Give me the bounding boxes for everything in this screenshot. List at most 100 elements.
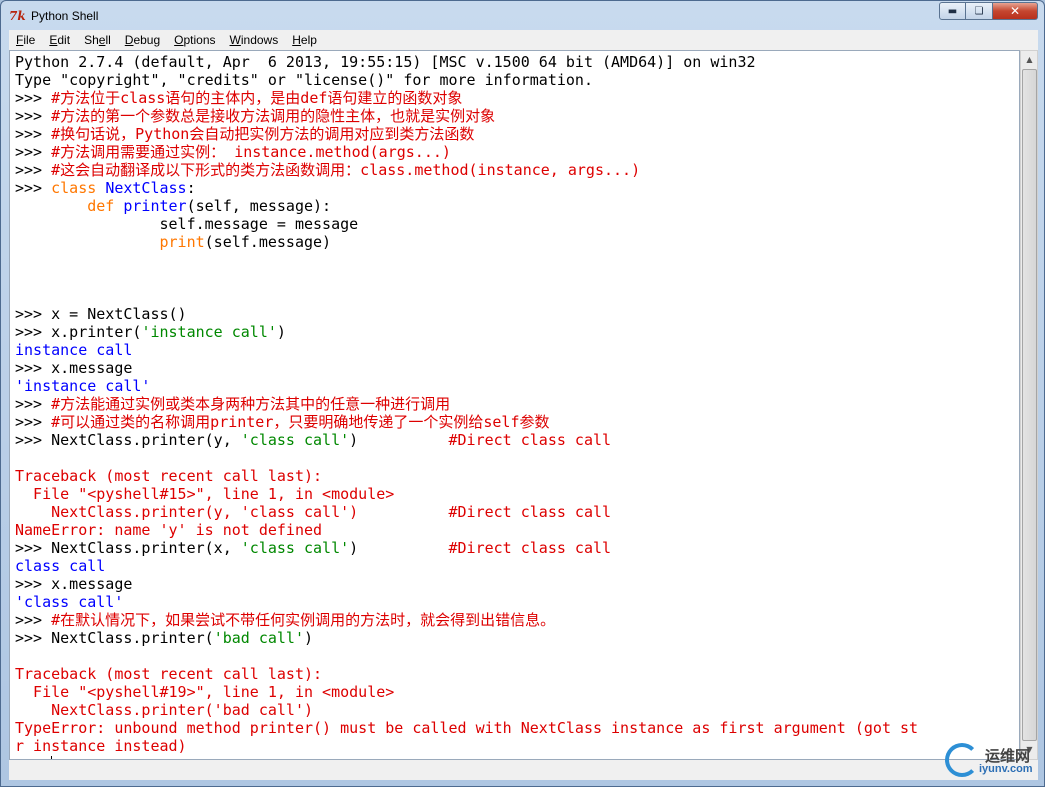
shell-text-segment: NameError: name 'y' is not defined bbox=[15, 521, 323, 539]
shell-line: def printer(self, message): bbox=[15, 197, 1019, 215]
shell-text-segment: r instance instead) bbox=[15, 737, 187, 755]
shell-line: >>> #换句话说，Python会自动把实例方法的调用对应到类方法函数 bbox=[15, 125, 1019, 143]
shell-text-segment: 'instance call' bbox=[141, 323, 277, 341]
shell-line: >>> x.printer('instance call') bbox=[15, 323, 1019, 341]
shell-text-segment: NextClass.printer('bad call') bbox=[15, 701, 314, 719]
shell-line: >>> #可以通过类的名称调用printer，只要明确地传递了一个实例给self… bbox=[15, 413, 1019, 431]
menu-item-edit[interactable]: Edit bbox=[42, 33, 77, 47]
shell-text-segment: 'class call' bbox=[15, 593, 124, 611]
shell-text-segment: >>> bbox=[15, 107, 52, 125]
shell-text-segment: #换句话说，Python会自动把实例方法的调用对应到类方法函数 bbox=[51, 125, 475, 143]
shell-text-segment: #方法调用需要通过实例： instance.method(args...) bbox=[51, 143, 451, 161]
shell-line: 'instance call' bbox=[15, 377, 1019, 395]
shell-text-segment: 'class call' bbox=[240, 431, 350, 449]
shell-text-segment: #方法的第一个参数总是接收方法调用的隐性主体，也就是实例对象 bbox=[51, 107, 496, 125]
menu-item-file[interactable]: File bbox=[9, 33, 42, 47]
shell-line: >>> class NextClass: bbox=[15, 179, 1019, 197]
shell-text-segment: 'bad call' bbox=[213, 629, 304, 647]
title-bar[interactable]: 7k Python Shell ▬ ❏ ✕ bbox=[1, 1, 1044, 30]
shell-line: >>> x = NextClass() bbox=[15, 305, 1019, 323]
watermark-circle-icon bbox=[945, 743, 979, 777]
shell-text-segment: Python 2.7.4 (default, Apr 6 2013, 19:55… bbox=[15, 53, 756, 71]
shell-text-segment: print bbox=[159, 233, 205, 251]
shell-text-segment: Type "copyright", "credits" or "license(… bbox=[15, 71, 593, 89]
shell-line: NameError: name 'y' is not defined bbox=[15, 521, 1019, 539]
shell-text-segment: >>> x.message bbox=[15, 575, 133, 593]
shell-text-segment: NextClass.printer(y, 'class call') #Dire… bbox=[15, 503, 612, 521]
menu-item-shell[interactable]: Shell bbox=[77, 33, 118, 47]
shell-text-segment: >>> NextClass.printer( bbox=[15, 629, 214, 647]
shell-text-segment: >>> bbox=[15, 611, 52, 629]
shell-text-segment: NextClass bbox=[105, 179, 187, 197]
shell-text-segment: def bbox=[87, 197, 124, 215]
tk-app-icon: 7k bbox=[9, 8, 26, 23]
shell-text-segment: >>> bbox=[15, 161, 52, 179]
minimize-button[interactable]: ▬ bbox=[939, 2, 966, 20]
close-button[interactable]: ✕ bbox=[993, 2, 1038, 20]
watermark-logo: 运维网 iyunv.com bbox=[945, 741, 1041, 783]
shell-line: File "<pyshell#19>", line 1, in <module> bbox=[15, 683, 1019, 701]
shell-text-segment: ) bbox=[349, 539, 449, 557]
shell-output[interactable]: Python 2.7.4 (default, Apr 6 2013, 19:55… bbox=[9, 50, 1020, 760]
menu-item-options[interactable]: Options bbox=[167, 33, 222, 47]
shell-text-segment: printer bbox=[123, 197, 187, 215]
shell-text-segment: >>> bbox=[15, 89, 52, 107]
menu-item-help[interactable]: Help bbox=[285, 33, 324, 47]
watermark-url-text: iyunv.com bbox=[979, 763, 1033, 775]
shell-text-segment: #方法能通过实例或类本身两种方法其中的任意一种进行调用 bbox=[51, 395, 451, 413]
shell-text-segment: File "<pyshell#15>", line 1, in <module> bbox=[15, 485, 395, 503]
shell-line: >>> #这会自动翻译成以下形式的类方法函数调用：class.method(in… bbox=[15, 161, 1019, 179]
shell-line: TypeError: unbound method printer() must… bbox=[15, 719, 1019, 737]
shell-line: NextClass.printer(y, 'class call') #Dire… bbox=[15, 503, 1019, 521]
shell-line: File "<pyshell#15>", line 1, in <module> bbox=[15, 485, 1019, 503]
shell-text-segment: instance call bbox=[15, 341, 133, 359]
shell-line: Python 2.7.4 (default, Apr 6 2013, 19:55… bbox=[15, 53, 1019, 71]
restore-icon: ❏ bbox=[974, 5, 984, 17]
window-title: Python Shell bbox=[31, 8, 99, 23]
status-bar bbox=[9, 760, 1038, 780]
shell-text-segment bbox=[15, 233, 160, 251]
shell-text-segment: >>> NextClass.printer(x, bbox=[15, 539, 241, 557]
shell-text-segment: >>> x.printer( bbox=[15, 323, 142, 341]
minimize-icon: ▬ bbox=[947, 5, 958, 17]
menu-item-debug[interactable]: Debug bbox=[118, 33, 167, 47]
shell-text-segment: >>> bbox=[15, 125, 52, 143]
shell-text-segment: #方法位于class语句的主体内，是由def语句建立的函数对象 bbox=[51, 89, 463, 107]
shell-line: NextClass.printer('bad call') bbox=[15, 701, 1019, 719]
shell-text-segment: #可以通过类的名称调用printer，只要明确地传递了一个实例给self参数 bbox=[51, 413, 550, 431]
shell-text-segment: TypeError: unbound method printer() must… bbox=[15, 719, 919, 737]
scrollbar-thumb[interactable] bbox=[1022, 69, 1037, 741]
shell-line: >>> NextClass.printer(x, 'class call') #… bbox=[15, 539, 1019, 557]
shell-line: >>> x.message bbox=[15, 575, 1019, 593]
shell-text-segment bbox=[15, 197, 87, 215]
shell-text-segment: Traceback (most recent call last): bbox=[15, 665, 323, 683]
shell-text-segment: : bbox=[186, 179, 196, 197]
shell-line: >>> x.message bbox=[15, 359, 1019, 377]
shell-text-segment: >>> x.message bbox=[15, 359, 133, 377]
shell-text-segment: #Direct class call bbox=[448, 539, 612, 557]
vertical-scrollbar[interactable]: ▲ ▼ bbox=[1020, 50, 1038, 760]
menu-bar: File Edit Shell Debug Options Windows Help bbox=[9, 30, 1038, 50]
shell-line: >>> #方法调用需要通过实例： instance.method(args...… bbox=[15, 143, 1019, 161]
shell-line: >>> #方法能通过实例或类本身两种方法其中的任意一种进行调用 bbox=[15, 395, 1019, 413]
shell-text-segment: #这会自动翻译成以下形式的类方法函数调用：class.method(instan… bbox=[51, 161, 641, 179]
shell-text-segment: self.message = message bbox=[15, 215, 359, 233]
shell-line: self.message = message bbox=[15, 215, 1019, 233]
shell-text-segment: #在默认情况下，如果尝试不带任何实例调用的方法时，就会得到出错信息。 bbox=[51, 611, 556, 629]
shell-text-segment: class bbox=[51, 179, 106, 197]
shell-text-segment: >>> NextClass.printer(y, bbox=[15, 431, 241, 449]
shell-text-segment: >>> bbox=[15, 179, 52, 197]
shell-text-segment: (self, message): bbox=[186, 197, 332, 215]
shell-line: class call bbox=[15, 557, 1019, 575]
shell-text-segment: ) bbox=[349, 431, 449, 449]
menu-item-windows[interactable]: Windows bbox=[223, 33, 286, 47]
maximize-button[interactable]: ❏ bbox=[966, 2, 993, 20]
shell-text-segment: 'class call' bbox=[240, 539, 350, 557]
scroll-up-icon[interactable]: ▲ bbox=[1022, 52, 1037, 68]
shell-line: >>> #方法的第一个参数总是接收方法调用的隐性主体，也就是实例对象 bbox=[15, 107, 1019, 125]
